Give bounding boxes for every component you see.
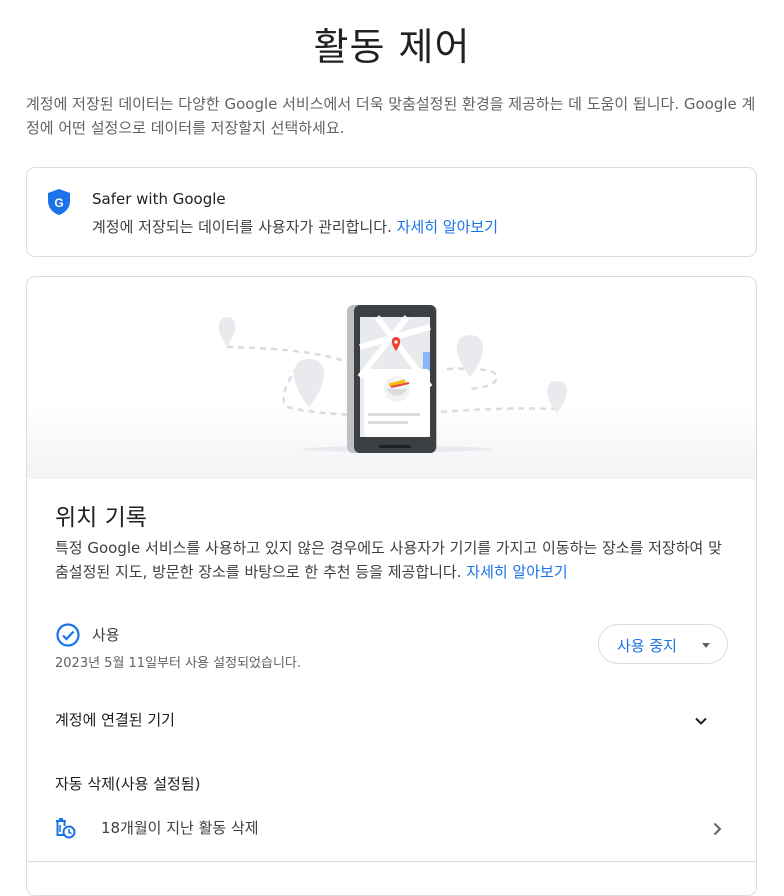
safer-with-google-card: G Safer with Google 계정에 저장되는 데이터를 사용자가 관… bbox=[26, 167, 757, 257]
status-date: 2023년 5월 11일부터 사용 설정되었습니다. bbox=[55, 656, 301, 671]
autodelete-item-label: 18개월이 지난 활동 삭제 bbox=[101, 819, 259, 837]
dropdown-caret-icon bbox=[702, 643, 710, 648]
linked-devices-label: 계정에 연결된 기기 bbox=[55, 711, 175, 729]
safer-learn-more-link[interactable]: 자세히 알아보기 bbox=[397, 218, 498, 236]
safer-description: 계정에 저장되는 데이터를 사용자가 관리합니다. 자세히 알아보기 bbox=[92, 216, 498, 237]
pause-button-label: 사용 중지 bbox=[617, 637, 677, 655]
autodelete-title: 자동 삭제(사용 설정됨) bbox=[55, 775, 201, 793]
page-title: 활동 제어 bbox=[313, 25, 471, 69]
safer-description-text: 계정에 저장되는 데이터를 사용자가 관리합니다. bbox=[92, 218, 392, 236]
safer-title: Safer with Google bbox=[92, 190, 226, 208]
location-history-card: 위치 기록 특정 Google 서비스를 사용하고 있지 않은 경우에도 사용자… bbox=[26, 276, 757, 896]
autodelete-row[interactable]: 18개월이 지난 활동 삭제 bbox=[27, 807, 756, 851]
svg-text:G: G bbox=[54, 196, 63, 210]
page-intro: 계정에 저장된 데이터는 다양한 Google 서비스에서 더욱 맞춤설정된 환… bbox=[26, 95, 756, 137]
check-circle-icon bbox=[56, 623, 80, 647]
location-description-text: 특정 Google 서비스를 사용하고 있지 않은 경우에도 사용자가 기기를 … bbox=[55, 539, 722, 581]
location-illustration-art bbox=[218, 305, 567, 453]
location-history-title: 위치 기록 bbox=[55, 505, 147, 531]
location-learn-more-link[interactable]: 자세히 알아보기 bbox=[466, 563, 567, 581]
auto-delete-icon bbox=[56, 818, 76, 839]
chevron-down-icon bbox=[695, 717, 707, 725]
status-label: 사용 bbox=[92, 626, 120, 644]
location-history-description: 특정 Google 서비스를 사용하고 있지 않은 경우에도 사용자가 기기를 … bbox=[55, 536, 735, 584]
divider bbox=[27, 861, 756, 862]
location-illustration bbox=[27, 277, 756, 479]
pause-button[interactable]: 사용 중지 bbox=[598, 624, 728, 664]
linked-devices-row[interactable]: 계정에 연결된 기기 bbox=[27, 697, 756, 745]
chevron-right-icon bbox=[713, 822, 722, 836]
google-shield-icon: G bbox=[48, 189, 70, 215]
